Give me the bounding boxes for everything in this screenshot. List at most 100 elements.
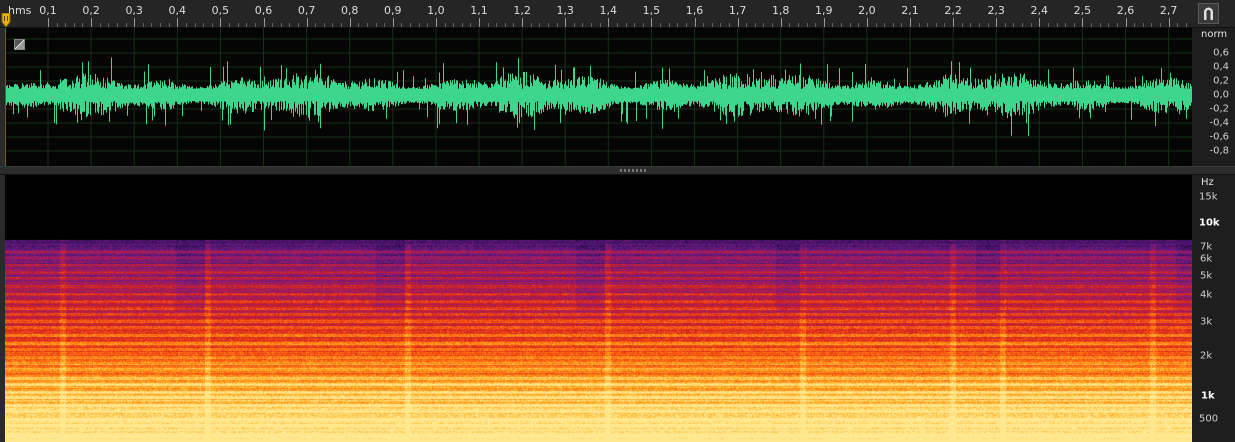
magnet-icon (1204, 7, 1213, 20)
minor-tick (875, 23, 877, 27)
minor-tick (73, 23, 75, 27)
time-tick-label: 2,2 (944, 4, 962, 17)
minor-tick (530, 23, 532, 27)
minor-tick (841, 23, 843, 27)
minor-tick (65, 23, 67, 27)
spectrogram-display (5, 175, 1192, 442)
time-tick-label: 2,1 (901, 4, 919, 17)
minor-tick (892, 23, 894, 27)
minor-tick (1030, 23, 1032, 27)
minor-tick (427, 23, 429, 27)
panel-splitter[interactable] (0, 166, 1235, 175)
major-tick (866, 18, 868, 27)
minor-tick (410, 23, 412, 27)
minor-tick (547, 23, 549, 27)
time-tick-label: 2,7 (1159, 4, 1178, 17)
minor-tick (978, 23, 980, 27)
time-tick-label: 0,7 (297, 4, 316, 17)
time-tick-label: 2,5 (1073, 4, 1092, 17)
minor-tick (504, 23, 506, 27)
minor-tick (556, 23, 558, 27)
snap-button[interactable] (1198, 3, 1219, 24)
minor-tick (858, 23, 860, 27)
minor-tick (1185, 23, 1187, 27)
minor-tick (229, 23, 231, 27)
amplitude-unit-label: norm (1201, 29, 1228, 40)
time-tick-label: 0,9 (384, 4, 402, 17)
waveform-trace (5, 57, 1192, 136)
minor-tick (254, 23, 256, 27)
major-tick (220, 18, 222, 27)
waveform-panel[interactable] (5, 28, 1192, 166)
minor-tick (1056, 23, 1058, 27)
waveform-display-toggle-icon[interactable] (14, 39, 25, 50)
time-tick-label: 0,6 (254, 4, 273, 17)
major-tick (910, 18, 911, 27)
minor-tick (772, 23, 774, 27)
minor-tick (211, 23, 213, 27)
minor-tick (763, 23, 765, 27)
minor-tick (582, 23, 584, 27)
minor-tick (513, 23, 515, 27)
amplitude-label: -0,2 (1209, 103, 1229, 115)
major-tick (435, 18, 437, 27)
frequency-label: 15k (1199, 191, 1218, 203)
minor-tick (573, 23, 575, 27)
minor-tick (728, 23, 730, 27)
frequency-label: 1k (1201, 390, 1215, 402)
minor-tick (280, 23, 282, 27)
playhead-marker-icon[interactable] (1, 13, 11, 27)
minor-tick (487, 23, 489, 27)
time-ruler[interactable]: hms 0,1 0,2 0,3 0,4 0,5 0,6 0,7 0,8 0,9 1,0 1,1 1,2… (0, 0, 1235, 28)
minor-tick (832, 23, 834, 27)
amplitude-label: -0,6 (1209, 131, 1229, 143)
time-tick-label: 2,3 (987, 4, 1005, 17)
minor-tick (668, 23, 670, 27)
minor-tick (470, 23, 472, 27)
minor-tick (677, 23, 679, 27)
minor-tick (720, 23, 722, 27)
major-tick (1039, 18, 1041, 27)
minor-tick (1091, 23, 1093, 27)
frequency-scale[interactable]: Hz 15k 10k 7k 6k 5k 4k 3k 2k 1k 500 (1192, 175, 1235, 442)
minor-tick (616, 23, 618, 27)
major-tick (177, 18, 179, 27)
minor-tick (366, 23, 368, 27)
frequency-label: 4k (1200, 289, 1213, 301)
minor-tick (987, 23, 989, 27)
minor-tick (358, 23, 360, 27)
amplitude-scale[interactable]: norm 0,6 0,4 0,2 0,0 -0,2 -0,4 -0,6 -0,8 (1192, 28, 1235, 166)
audio-editor-view: hms 0,1 0,2 0,3 0,4 0,5 0,6 0,7 0,8 0,9 1,0 1,1 1,2… (0, 0, 1235, 442)
minor-tick (453, 23, 455, 27)
minor-tick (927, 23, 929, 27)
minor-tick (384, 23, 386, 27)
minor-tick (970, 23, 972, 27)
major-tick (134, 18, 136, 27)
minor-tick (99, 23, 101, 27)
frequency-label: 6k (1200, 253, 1213, 265)
minor-tick (418, 23, 420, 27)
minor-tick (160, 23, 162, 27)
frequency-label: 10k (1199, 217, 1220, 229)
frequency-label: 3k (1200, 316, 1213, 328)
major-tick (91, 18, 93, 27)
minor-tick (625, 23, 627, 27)
frequency-label: 7k (1200, 241, 1213, 253)
minor-tick (401, 23, 403, 27)
minor-tick (815, 23, 817, 27)
time-tick-label: 0,3 (125, 4, 143, 17)
minor-tick (1065, 23, 1067, 27)
splitter-grip-icon[interactable] (620, 169, 648, 172)
minor-tick (1108, 23, 1110, 27)
minor-tick (634, 23, 636, 27)
major-tick (306, 18, 308, 27)
major-tick (996, 18, 998, 27)
time-tick-label: 1,2 (513, 4, 531, 17)
amplitude-label: 0,0 (1213, 89, 1229, 101)
amplitude-label: -0,8 (1209, 145, 1229, 157)
major-tick (522, 18, 524, 27)
minor-tick (806, 23, 808, 27)
minor-tick (797, 23, 799, 27)
spectrogram-panel[interactable] (5, 175, 1192, 442)
minor-tick (246, 23, 248, 27)
